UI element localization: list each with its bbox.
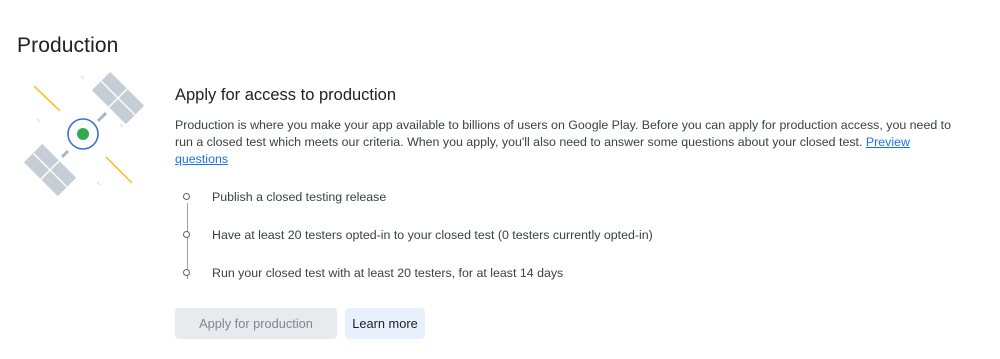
action-buttons: Apply for production Learn more	[175, 308, 425, 339]
apply-for-production-button[interactable]: Apply for production	[175, 308, 337, 339]
learn-more-button[interactable]: Learn more	[345, 308, 425, 339]
production-access-section: Apply for access to production Productio…	[175, 84, 975, 303]
section-description: Production is where you make your app av…	[175, 117, 965, 168]
page-title: Production	[17, 34, 119, 58]
requirement-step: Publish a closed testing release	[183, 189, 975, 227]
requirement-step-label: Run your closed test with at least 20 te…	[212, 266, 564, 280]
step-dot-icon	[183, 269, 190, 276]
satellite-icon	[23, 71, 145, 197]
description-text: Production is where you make your app av…	[175, 118, 952, 149]
production-page: Production Apply for access to productio…	[0, 0, 1000, 359]
section-heading: Apply for access to production	[175, 86, 397, 104]
satellite-illustration	[20, 70, 150, 200]
requirements-list: Publish a closed testing release Have at…	[183, 189, 975, 303]
requirement-step: Have at least 20 testers opted-in to you…	[183, 227, 975, 265]
requirement-step-label: Publish a closed testing release	[212, 190, 387, 204]
step-dot-icon	[183, 193, 190, 200]
step-dot-icon	[183, 231, 190, 238]
requirement-step-label: Have at least 20 testers opted-in to you…	[212, 228, 653, 242]
requirement-step: Run your closed test with at least 20 te…	[183, 265, 975, 303]
